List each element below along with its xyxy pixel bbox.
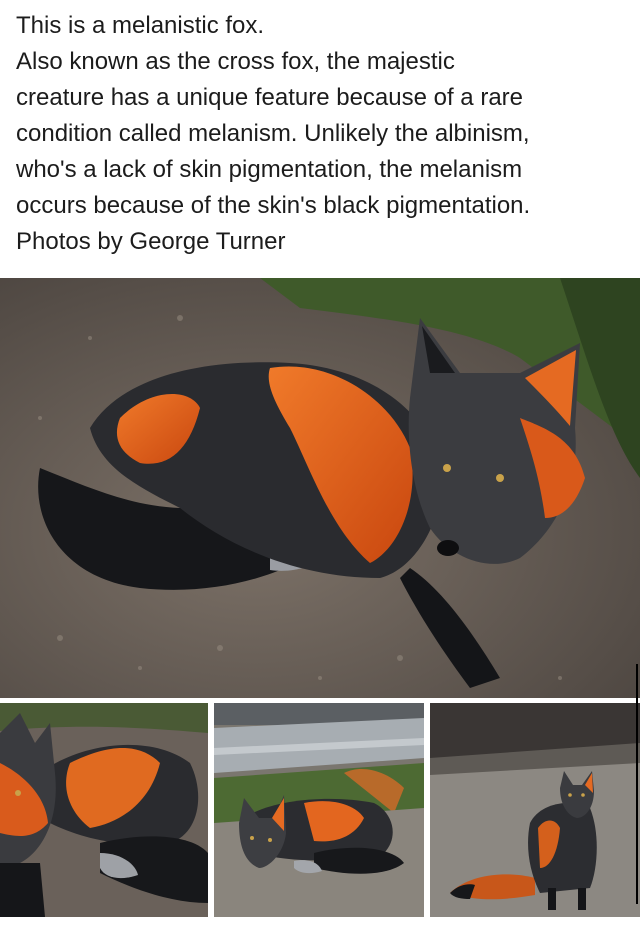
caption-line: creature has a unique feature because of… (16, 84, 523, 111)
caption-line: This is a melanistic fox. (16, 12, 265, 39)
scrollbar-edge (636, 664, 638, 904)
main-fox-photo[interactable] (0, 278, 640, 698)
fox-photo-thumbnail-1[interactable] (0, 703, 208, 917)
caption-line: occurs because of the skin's black pigme… (16, 192, 531, 219)
fox-photo-thumbnail-3[interactable] (430, 703, 640, 917)
fox-closeup-image (0, 703, 208, 917)
fox-guardrail-image (214, 703, 424, 917)
fox-photo-thumbnail-2[interactable] (214, 703, 424, 917)
fox-lying-image (0, 278, 640, 698)
caption-line: Also known as the cross fox, the majesti… (16, 48, 455, 75)
caption-line: who's a lack of skin pigmentation, the m… (16, 156, 523, 183)
fox-standing-image (430, 703, 640, 917)
post-caption: This is a melanistic fox. Also known as … (16, 8, 628, 260)
caption-line: Photos by George Turner (16, 228, 286, 255)
caption-line: condition called melanism. Unlikely the … (16, 120, 530, 147)
